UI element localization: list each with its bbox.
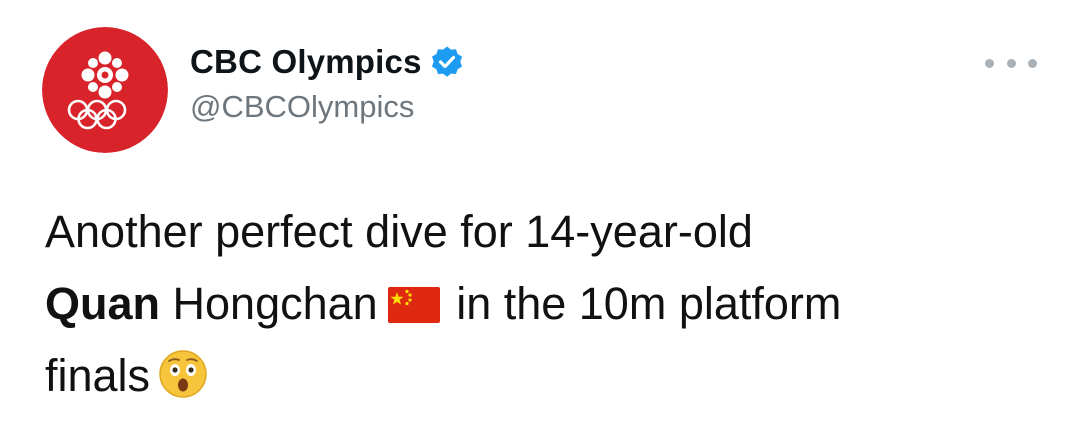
tweet-text-line-3-word: finals <box>45 350 151 401</box>
tweet-text-line-2-rest: in the 10m platform <box>443 278 842 329</box>
tweet-text-line-1: Another perfect dive for 14-year-old <box>45 206 753 257</box>
more-options-icon[interactable] <box>985 52 1037 74</box>
tweet-text: Another perfect dive for 14-year-old Qua… <box>45 196 1055 412</box>
author-display-name[interactable]: CBC Olympics <box>190 42 422 82</box>
more-dot <box>1006 58 1016 68</box>
more-dot <box>1028 58 1037 68</box>
tweet-text-line-2: Quan Hongchan in the 10m platform <box>45 268 1055 340</box>
athlete-name-bold: Quan <box>45 278 161 329</box>
china-flag-icon <box>387 272 440 323</box>
author-handle[interactable]: @CBCOlympics <box>190 88 464 126</box>
verified-badge-icon <box>430 45 464 79</box>
cbc-olympics-logo-icon <box>42 27 168 153</box>
tweet-text-line-3: finals <box>45 340 1055 412</box>
author-avatar[interactable] <box>42 27 168 153</box>
tweet-card[interactable]: CBC Olympics @CBCOlympics Another perfec… <box>0 0 1080 447</box>
astonished-face-icon <box>158 348 208 398</box>
athlete-name-rest: Hongchan <box>160 278 378 329</box>
author-info: CBC Olympics @CBCOlympics <box>190 42 464 126</box>
more-dot <box>985 58 994 68</box>
author-name-row: CBC Olympics <box>190 42 464 82</box>
